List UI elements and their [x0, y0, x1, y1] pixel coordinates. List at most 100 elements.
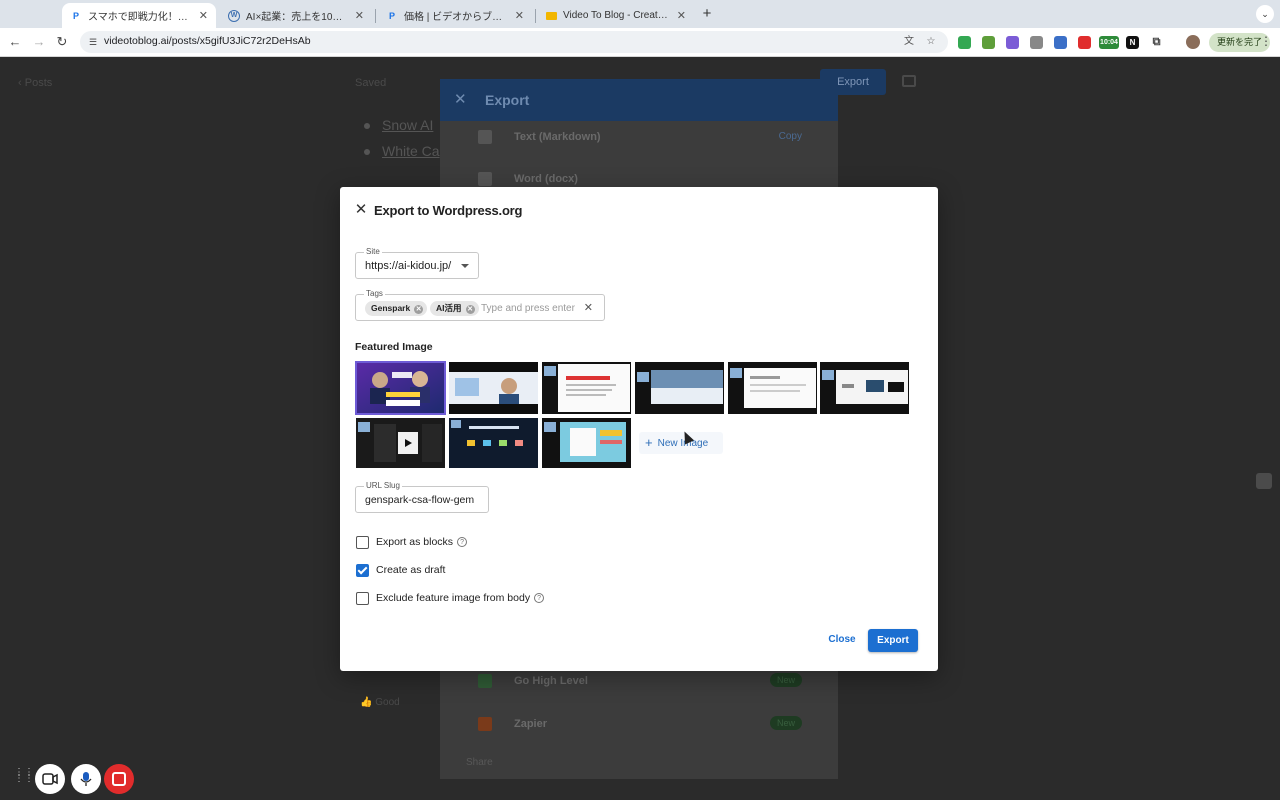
thumbnail-image	[728, 362, 817, 414]
drag-handle-icon[interactable]: ⋮⋮ ⋮⋮	[14, 768, 34, 788]
panel-toggle-icon[interactable]	[902, 75, 916, 87]
extension-youtube-icon[interactable]	[1078, 36, 1091, 49]
export-as-blocks-option[interactable]: Export as blocks ?	[356, 534, 468, 550]
close-icon[interactable]: ✕	[454, 90, 467, 108]
close-icon[interactable]: ✕	[353, 202, 369, 218]
tags-field[interactable]: Tags Genspark✕ AI活用✕ ✕	[355, 288, 605, 321]
tab-search-chevron-icon[interactable]: ⌄	[1256, 5, 1274, 23]
remove-tag-icon[interactable]: ✕	[414, 305, 424, 314]
profile-avatar[interactable]	[1186, 35, 1200, 49]
body-link[interactable]: Snow AI	[382, 117, 433, 133]
tab-close-icon[interactable]: ✕	[515, 9, 524, 22]
extensions-puzzle-icon[interactable]: ⧉	[1150, 36, 1163, 49]
featured-image-thumb[interactable]	[356, 418, 445, 468]
tab-ai-kigyou[interactable]: W AI×起業：売上を10倍にするチ ✕	[220, 3, 372, 28]
tab-strip: P スマホで即戦力化！Genspark© ✕ W AI×起業：売上を10倍にする…	[0, 0, 1280, 28]
microphone-button[interactable]	[71, 764, 101, 794]
url-slug-label: URL Slug	[364, 480, 402, 492]
video-camera-icon	[42, 773, 58, 785]
extension-translate-icon[interactable]	[1054, 36, 1067, 49]
folder-icon	[546, 11, 557, 20]
featured-image-thumb[interactable]	[449, 362, 538, 414]
new-tab-button[interactable]: +	[698, 5, 716, 23]
help-icon[interactable]: ?	[534, 593, 545, 603]
featured-image-thumb[interactable]	[449, 418, 538, 468]
featured-image-thumb[interactable]	[542, 362, 631, 414]
export-button[interactable]: Export	[868, 629, 918, 652]
tab-title: スマホで即戦力化！Genspark©	[88, 12, 193, 23]
exclude-feature-image-option[interactable]: Exclude feature image from body ?	[356, 590, 545, 606]
copy-link[interactable]: Copy	[779, 131, 802, 142]
export-option-markdown[interactable]: Text (Markdown) Copy	[440, 117, 838, 159]
exclude-feature-image-checkbox[interactable]	[356, 591, 369, 605]
export-option-label: Zapier	[514, 718, 548, 730]
checkbox-label: Export as blocks	[376, 536, 454, 548]
browser-toolbar: ← → ↻ ☰ videotoblog.ai/posts/x5gifU3JiC7…	[0, 28, 1280, 57]
camera-button[interactable]	[35, 764, 65, 794]
feedback-good[interactable]: 👍 Good	[360, 697, 400, 708]
notion-icon[interactable]: N	[1126, 36, 1139, 49]
tab-close-icon[interactable]: ✕	[199, 9, 208, 22]
site-info-icon[interactable]: ☰	[87, 36, 99, 48]
bookmark-star-icon[interactable]: ☆	[924, 35, 938, 49]
featured-image-thumb[interactable]	[820, 362, 909, 414]
tag-chip-ai[interactable]: AI活用 ✕	[430, 301, 479, 316]
thumbnail-image	[542, 362, 631, 414]
remove-tag-icon[interactable]: ✕	[465, 305, 475, 314]
featured-image-thumb[interactable]	[728, 362, 817, 414]
tab-divider	[535, 9, 536, 23]
forward-arrow-icon[interactable]: →	[30, 33, 48, 51]
url-slug-field[interactable]: URL Slug	[355, 480, 489, 513]
featured-image-thumb[interactable]	[635, 362, 724, 414]
back-arrow-icon[interactable]: ←	[6, 33, 24, 51]
tags-label: Tags	[364, 288, 385, 300]
close-button[interactable]: Close	[821, 629, 863, 651]
tab-close-icon[interactable]: ✕	[677, 9, 686, 22]
dropdown-caret-icon	[461, 264, 469, 268]
export-option-zapier[interactable]: Zapier New	[440, 704, 838, 746]
tab-close-icon[interactable]: ✕	[355, 9, 364, 22]
site-value: https://ai-kidou.jp/	[365, 260, 452, 272]
tab-video-to-blog[interactable]: Video To Blog - Create quality ✕	[538, 3, 694, 28]
tag-chip-genspark[interactable]: Genspark ✕	[365, 301, 428, 316]
tab-favicon-icon: P	[388, 10, 395, 21]
extension-gem-icon[interactable]	[1006, 36, 1019, 49]
tab-title: 価格 | ビデオからブログへ	[404, 12, 509, 23]
tab-genspark[interactable]: P スマホで即戦力化！Genspark© ✕	[62, 3, 216, 28]
body-link[interactable]: White Ca	[382, 143, 440, 159]
help-icon[interactable]: ?	[457, 537, 468, 547]
featured-image-thumb[interactable]	[542, 418, 631, 468]
translate-icon[interactable]: 文	[902, 35, 916, 49]
thumbnail-image	[449, 362, 538, 414]
extension-timer-icon[interactable]: 10:04	[1099, 36, 1119, 49]
reload-icon[interactable]: ↻	[53, 33, 71, 51]
create-as-draft-option[interactable]: Create as draft	[356, 562, 445, 578]
clear-tags-icon[interactable]: ✕	[584, 301, 593, 315]
tag-chip-label: Genspark	[371, 303, 411, 313]
url-slug-input[interactable]	[365, 493, 483, 507]
tab-title: Video To Blog - Create quality	[563, 10, 671, 21]
more-menu-icon[interactable]: ⋮	[1260, 34, 1272, 48]
dialog-title: Export to Wordpress.org	[374, 203, 523, 218]
site-select[interactable]: Site https://ai-kidou.jp/	[355, 246, 479, 279]
thumbnail-image	[542, 418, 631, 468]
create-as-draft-checkbox[interactable]	[356, 563, 369, 577]
export-panel-title: Export	[485, 92, 530, 108]
featured-image-thumb[interactable]	[355, 361, 446, 415]
back-to-posts-link[interactable]: ‹ Posts	[18, 77, 52, 89]
side-widget-icon[interactable]	[1256, 473, 1272, 489]
tag-chip-label: AI活用	[436, 303, 462, 313]
tab-pricing[interactable]: P 価格 | ビデオからブログへ ✕	[378, 3, 532, 28]
extension-camera-icon[interactable]	[1030, 36, 1043, 49]
extension-leaf-icon[interactable]	[982, 36, 995, 49]
export-panel-header: ✕ Export	[440, 79, 838, 121]
export-as-blocks-checkbox[interactable]	[356, 535, 369, 549]
thumbnail-image	[356, 418, 445, 468]
address-bar[interactable]: ☰ videotoblog.ai/posts/x5gifU3JiC72r2DeH…	[80, 31, 948, 53]
wordpress-icon: W	[228, 9, 240, 22]
stop-recording-button[interactable]	[104, 764, 134, 794]
tags-input[interactable]	[481, 301, 589, 315]
extension-sheets-icon[interactable]	[958, 36, 971, 49]
checkbox-label: Create as draft	[376, 564, 446, 576]
featured-image-label: Featured Image	[355, 341, 433, 353]
